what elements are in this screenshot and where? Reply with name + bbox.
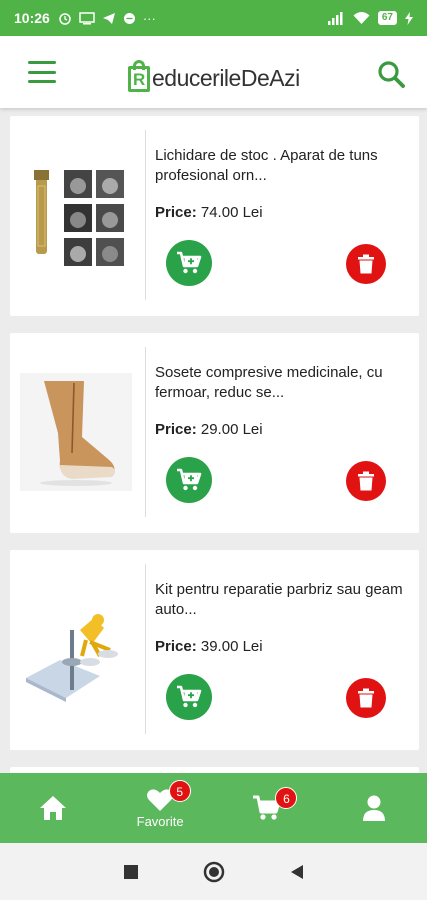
menu-line-icon (28, 61, 56, 64)
menu-line-icon (28, 80, 56, 83)
back-icon[interactable] (289, 864, 305, 880)
recent-apps-icon[interactable] (123, 864, 139, 880)
add-to-cart-button[interactable] (166, 457, 212, 503)
system-navigation-bar (0, 843, 427, 900)
add-to-cart-button[interactable] (166, 674, 212, 720)
product-image-hair-clipper[interactable] (20, 156, 132, 274)
bottom-navigation: Favorite 5 6 (0, 773, 427, 843)
product-title[interactable]: Lichidare de stoc . Aparat de tuns profe… (155, 146, 410, 186)
signal-icon (327, 11, 343, 25)
product-title[interactable]: Kit pentru reparatie parbriz sau geam au… (155, 580, 410, 620)
product-card[interactable]: Sosete compresive medicinale, cu fermoar… (10, 333, 419, 533)
charging-icon (405, 11, 413, 25)
favorites-list[interactable]: Lichidare de stoc . Aparat de tuns profe… (0, 108, 427, 773)
add-to-cart-button[interactable] (166, 240, 212, 286)
product-title[interactable]: Sosete compresive medicinale, cu fermoar… (155, 363, 410, 403)
product-image-windshield-repair-kit[interactable] (20, 590, 132, 708)
favorites-count-badge: 5 (168, 780, 191, 802)
status-time: 10:26 (14, 10, 50, 26)
alarm-icon (59, 13, 71, 25)
price-value: 39.00 Lei (196, 638, 263, 655)
user-icon (362, 795, 385, 821)
status-icons-right: 67 (327, 11, 413, 25)
add-to-cart-icon (177, 251, 202, 274)
remove-favorite-button[interactable] (346, 244, 386, 284)
logo-letter: R (133, 70, 146, 89)
price-value: 74.00 Lei (196, 204, 263, 221)
add-to-cart-icon (177, 685, 202, 708)
price-label: Price: (155, 204, 197, 221)
product-image-compression-sock[interactable] (20, 373, 132, 491)
price-value: 29.00 Lei (196, 421, 263, 438)
trash-icon (358, 254, 374, 274)
home-icon (40, 796, 67, 820)
product-card[interactable]: Lichidare de stoc . Aparat de tuns profe… (10, 116, 419, 316)
add-to-cart-icon (177, 468, 202, 491)
status-bar: 10:26 ··· 67 (0, 0, 427, 36)
remove-favorite-button[interactable] (346, 678, 386, 718)
more-notifications-icon: ··· (142, 10, 156, 26)
price-label: Price: (155, 638, 197, 655)
product-price: Price: 74.00 Lei (155, 204, 263, 221)
remove-favorite-button[interactable] (346, 461, 386, 501)
app-notification-icon (123, 12, 135, 24)
card-divider (145, 130, 146, 300)
shopping-bag-logo-icon: R (128, 60, 150, 92)
search-icon[interactable] (377, 60, 405, 88)
battery-indicator: 67 (377, 11, 397, 25)
trash-icon (358, 688, 374, 708)
screen-cast-icon (79, 11, 95, 24)
nav-favorites-button[interactable]: Favorite 5 (107, 773, 214, 843)
status-icons-left: ··· (58, 11, 156, 26)
telegram-icon (102, 12, 115, 24)
home-circle-icon[interactable] (203, 861, 225, 883)
app-logo[interactable]: R educerileDeAzi (128, 54, 300, 92)
price-label: Price: (155, 421, 197, 438)
product-card[interactable]: Kit pentru reparatie parbriz sau geam au… (10, 550, 419, 750)
product-price: Price: 29.00 Lei (155, 421, 263, 438)
nav-favorites-label: Favorite (136, 813, 184, 829)
wifi-icon (353, 11, 370, 24)
card-divider (145, 347, 146, 517)
cart-count-badge: 6 (275, 787, 298, 809)
app-header: R educerileDeAzi (0, 36, 427, 108)
nav-home-button[interactable] (0, 773, 107, 843)
product-price: Price: 39.00 Lei (155, 638, 263, 655)
trash-icon (358, 471, 374, 491)
menu-line-icon (28, 70, 56, 74)
hamburger-menu-button[interactable] (28, 61, 56, 83)
nav-account-button[interactable] (320, 773, 427, 843)
logo-text: educerileDeAzi (152, 65, 300, 91)
nav-cart-button[interactable]: 6 (214, 773, 321, 843)
card-divider (145, 564, 146, 734)
